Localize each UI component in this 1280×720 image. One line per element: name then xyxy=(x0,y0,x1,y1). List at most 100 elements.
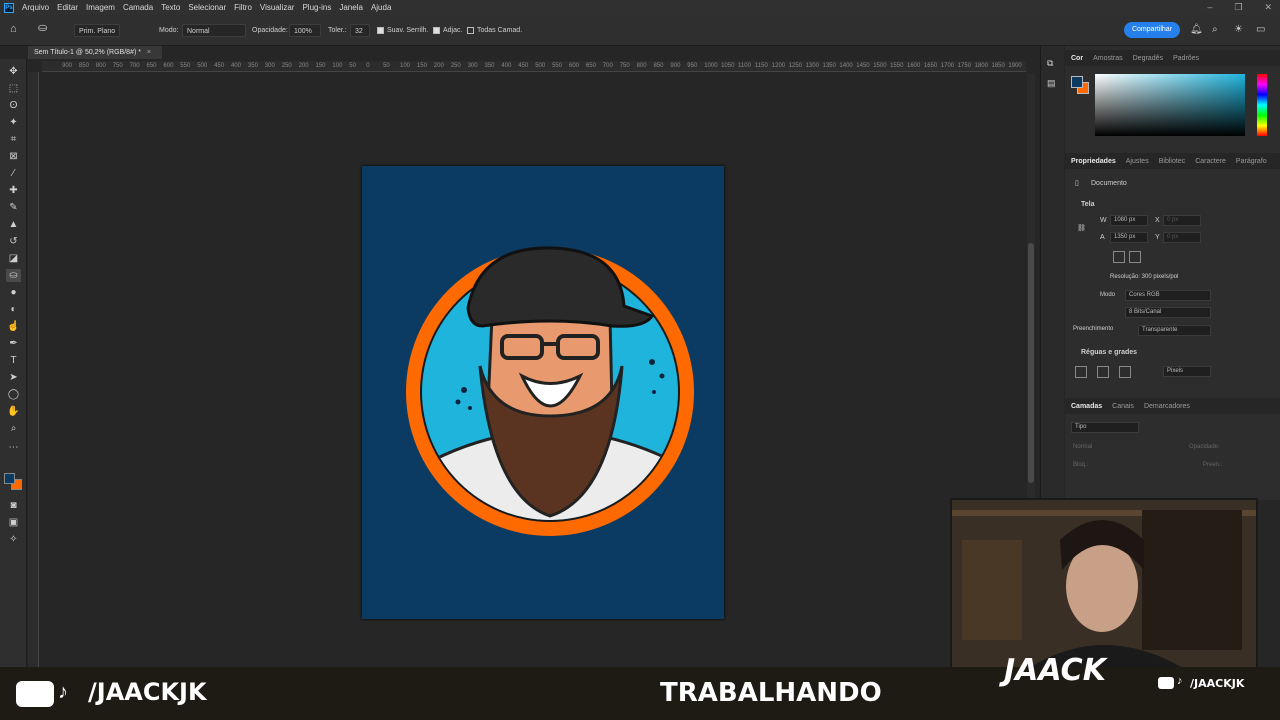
brush-tool-icon[interactable]: ✎ xyxy=(6,201,21,214)
stamp-tool-icon[interactable]: ▲ xyxy=(6,218,21,231)
ellipse-tool-icon[interactable]: ◯ xyxy=(6,388,21,401)
comments-icon[interactable]: ▤ xyxy=(1047,78,1056,89)
height-input[interactable]: 1350 px xyxy=(1110,232,1148,243)
path-selection-tool-icon[interactable]: ➤ xyxy=(6,371,21,384)
type-tool-icon[interactable]: T xyxy=(6,354,21,367)
bit-depth-select[interactable]: 8 Bits/Canal xyxy=(1125,307,1211,318)
history-brush-tool-icon[interactable]: ↺ xyxy=(6,235,21,248)
color-mode-select[interactable]: Cores RGB xyxy=(1125,290,1211,301)
quick-mask-icon[interactable]: ◙ xyxy=(6,499,21,512)
scroll-thumb[interactable] xyxy=(1028,243,1034,483)
home-icon[interactable]: ⌂ xyxy=(10,23,17,36)
portrait-icon[interactable] xyxy=(1113,251,1125,263)
eraser-tool-icon[interactable]: ◪ xyxy=(6,252,21,265)
healing-brush-tool-icon[interactable]: ✚ xyxy=(6,184,21,197)
foreground-color-swatch[interactable] xyxy=(4,473,15,484)
menu-selecionar[interactable]: Selecionar xyxy=(188,3,226,12)
tab-amostras[interactable]: Amostras xyxy=(1093,55,1123,62)
marquee-tool-icon[interactable]: ⬚ xyxy=(6,82,21,95)
x-input[interactable]: 0 px xyxy=(1163,215,1201,226)
crop-tool-icon[interactable]: ⌗ xyxy=(6,133,21,146)
opacity-input[interactable]: 100% xyxy=(289,24,321,37)
color-field[interactable] xyxy=(1095,74,1245,136)
minimize-icon[interactable]: – xyxy=(1207,2,1212,13)
units-select[interactable]: Pixels xyxy=(1163,366,1211,377)
menu-camada[interactable]: Camada xyxy=(123,3,153,12)
ruler-tick: 650 xyxy=(146,63,157,69)
tolerance-input[interactable]: 32 xyxy=(350,24,370,37)
tab-degrades[interactable]: Degradês xyxy=(1133,55,1163,62)
tab-caractere[interactable]: Caractere xyxy=(1195,158,1226,165)
canvas-section-title[interactable]: Tela xyxy=(1081,201,1095,208)
grid-toggle-icon[interactable] xyxy=(1097,366,1109,378)
tab-cor[interactable]: Cor xyxy=(1071,55,1083,62)
smudge-tool-icon[interactable]: ☝ xyxy=(6,320,21,333)
menu-visualizar[interactable]: Visualizar xyxy=(260,3,295,12)
maximize-icon[interactable]: ❐ xyxy=(1234,2,1242,13)
history-icon[interactable]: ⧉ xyxy=(1047,58,1053,69)
resolution-text: Resolução: 300 pixels/pol xyxy=(1110,274,1179,280)
all-layers-checkbox[interactable]: Todas Camad. xyxy=(467,24,522,37)
menu-ajuda[interactable]: Ajuda xyxy=(371,3,391,12)
photoshop-logo-icon[interactable]: Ps xyxy=(4,2,14,13)
fill-select[interactable]: Transparente xyxy=(1138,325,1211,336)
zoom-tool-icon[interactable]: ⌕ xyxy=(6,422,21,435)
fill-source-select[interactable]: Prim. Plano xyxy=(74,24,121,37)
tab-padroes[interactable]: Padrões xyxy=(1173,55,1199,62)
magic-wand-tool-icon[interactable]: ✦ xyxy=(6,116,21,129)
lasso-tool-icon[interactable]: ʘ xyxy=(6,99,21,112)
ruler-tick: 1550 xyxy=(890,63,904,69)
mode-select[interactable]: Normal xyxy=(182,24,246,37)
tab-camadas[interactable]: Camadas xyxy=(1071,403,1102,410)
eyedropper-tool-icon[interactable]: ⁄ xyxy=(6,167,21,180)
paint-bucket-tool-icon[interactable]: ⛀ xyxy=(6,269,21,282)
tab-propriedades[interactable]: Propriedades xyxy=(1071,158,1116,165)
frame-tool-icon[interactable]: ⊠ xyxy=(6,150,21,163)
tab-close-icon[interactable]: × xyxy=(147,49,151,56)
menu-texto[interactable]: Texto xyxy=(161,3,180,12)
blend-mode-select[interactable]: Normal xyxy=(1073,444,1092,450)
share-button[interactable]: Compartilhar xyxy=(1124,22,1180,38)
guides-toggle-icon[interactable] xyxy=(1119,366,1131,378)
dodge-tool-icon[interactable]: ◐ xyxy=(6,303,21,316)
fg-color-chip[interactable] xyxy=(1071,76,1083,88)
layer-filter-select[interactable]: Tipo xyxy=(1071,422,1139,433)
more-tools-icon[interactable]: ⋯ xyxy=(6,441,21,454)
tab-demarcadores[interactable]: Demarcadores xyxy=(1144,403,1190,410)
document-canvas[interactable] xyxy=(362,166,724,619)
pen-tool-icon[interactable]: ✒ xyxy=(6,337,21,350)
channel-logo: JAACK xyxy=(1004,653,1106,688)
tab-paragrafo[interactable]: Parágrafo xyxy=(1236,158,1267,165)
close-icon[interactable]: ✕ xyxy=(1264,2,1272,13)
learn-icon[interactable]: ☀ xyxy=(1234,24,1243,35)
bell-icon[interactable]: 🔔︎ xyxy=(1190,24,1203,35)
search-icon[interactable]: ⌕ xyxy=(1212,24,1218,35)
hue-slider[interactable] xyxy=(1257,74,1267,136)
link-icon[interactable]: ⛓ xyxy=(1077,224,1086,232)
menu-janela[interactable]: Janela xyxy=(339,3,363,12)
ruler-toggle-icon[interactable] xyxy=(1075,366,1087,378)
workspace-icon[interactable]: ▭ xyxy=(1256,24,1265,35)
tab-ajustes[interactable]: Ajustes xyxy=(1126,158,1149,165)
generative-icon[interactable]: ✧ xyxy=(6,533,21,546)
width-input[interactable]: 1080 px xyxy=(1110,215,1148,226)
antialias-checkbox[interactable]: Suav. Serrilh. xyxy=(377,24,429,37)
menu-filtro[interactable]: Filtro xyxy=(234,3,252,12)
hand-tool-icon[interactable]: ✋ xyxy=(6,405,21,418)
tab-bibliotecas[interactable]: Bibliotec xyxy=(1159,158,1185,165)
menu-plugins[interactable]: Plug-ins xyxy=(302,3,331,12)
menu-arquivo[interactable]: Arquivo xyxy=(22,3,49,12)
contiguous-checkbox[interactable]: Adjac. xyxy=(433,24,462,37)
y-input[interactable]: 0 px xyxy=(1163,232,1201,243)
menu-editar[interactable]: Editar xyxy=(57,3,78,12)
tab-canais[interactable]: Canais xyxy=(1112,403,1134,410)
blur-tool-icon[interactable]: ● xyxy=(6,286,21,299)
screen-mode-icon[interactable]: ▣ xyxy=(6,516,21,529)
landscape-icon[interactable] xyxy=(1129,251,1141,263)
rulers-grids-section-title[interactable]: Réguas e grades xyxy=(1081,349,1137,356)
move-tool-icon[interactable]: ✥ xyxy=(6,65,21,78)
paint-bucket-tool-icon[interactable]: ⛀ xyxy=(38,22,47,35)
menu-imagem[interactable]: Imagem xyxy=(86,3,115,12)
document-tab[interactable]: Sem Título-1 @ 50,2% (RGB/8#) * × xyxy=(28,46,162,59)
ruler-tick: 250 xyxy=(281,63,292,69)
